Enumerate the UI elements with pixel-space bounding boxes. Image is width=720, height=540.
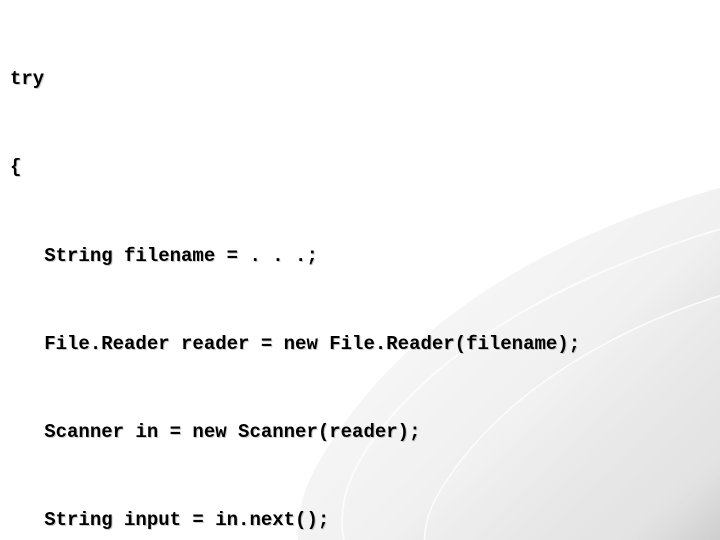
code-line: Scanner in = new Scanner(reader); (10, 418, 710, 447)
code-line: try (10, 65, 710, 94)
code-block: try { String filename = . . .; File.Read… (0, 0, 720, 540)
code-line: String filename = . . .; (10, 242, 710, 271)
code-line: { (10, 153, 710, 182)
code-line: String input = in.next(); (10, 506, 710, 535)
code-line: File.Reader reader = new File.Reader(fil… (10, 330, 710, 359)
